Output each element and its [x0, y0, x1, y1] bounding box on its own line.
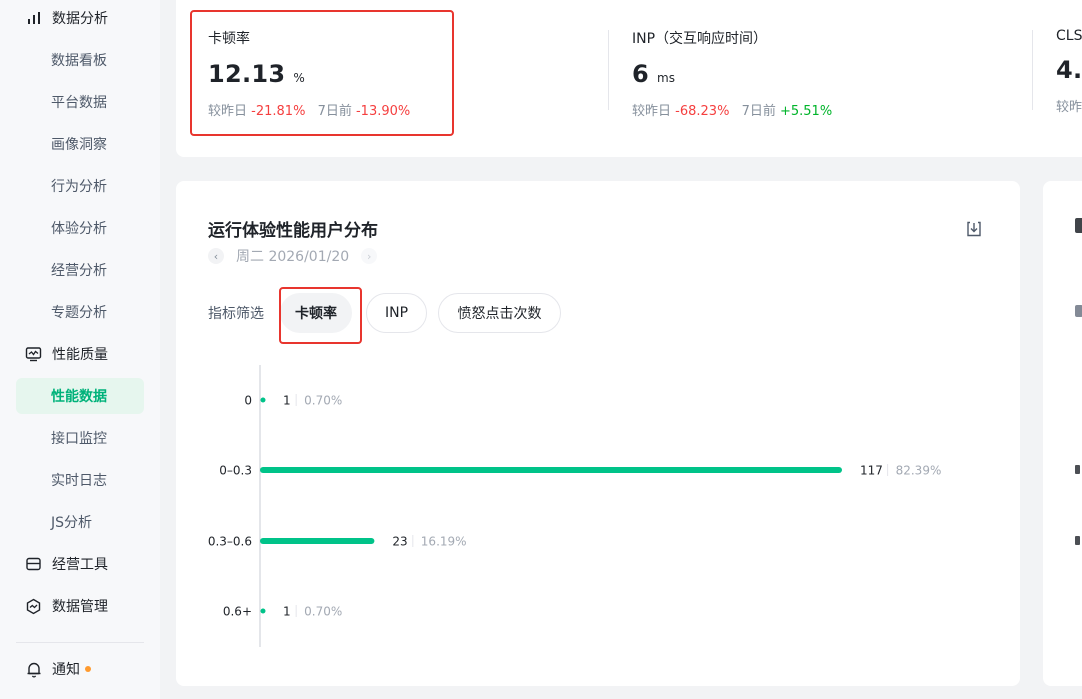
sidebar-item-label: 体验分析 — [51, 221, 107, 237]
metric-value-row: 6 ms — [632, 60, 832, 88]
metric-unit: ms — [657, 71, 675, 85]
sidebar: 数据分析 数据看板 平台数据 画像洞察 行为分析 体验分析 经营分析 专题分析 … — [0, 0, 160, 699]
metric-value: 6 — [632, 60, 649, 88]
sidebar-item-persona[interactable]: 画像洞察 — [16, 126, 144, 162]
sidebar-item-topic[interactable]: 专题分析 — [16, 294, 144, 330]
sidebar-item-experience[interactable]: 体验分析 — [16, 210, 144, 246]
sidebar-item-label: 行为分析 — [51, 179, 107, 195]
side-card-tick-fragment — [1075, 465, 1080, 474]
compare-day-label: 较昨 — [1056, 100, 1082, 115]
metric-value: 4.7 — [1056, 56, 1082, 84]
chart-category-label: 0 — [244, 394, 252, 408]
compare-week-label: 7日前 — [741, 104, 776, 119]
nav-group-label: 性能质量 — [52, 347, 108, 363]
side-card-partial — [1043, 181, 1082, 686]
chart-value-label: 23 — [392, 535, 407, 549]
sidebar-item-realtime-log[interactable]: 实时日志 — [16, 462, 144, 498]
distribution-chart: 0 1 0.70% 0–0.3 117 82.39% 0.3–0.6 23 16.19% 0.6+… — [208, 365, 942, 647]
chart-bar — [260, 538, 375, 544]
sidebar-item-performance-data[interactable]: 性能数据 — [16, 378, 144, 414]
chart-percent-label: 0.70% — [304, 605, 342, 619]
chart-value-label: 117 — [860, 464, 883, 478]
metrics-card: 卡顿率 12.13 % 较昨日 -21.81% 7日前 -13.90% INP（… — [176, 0, 1082, 157]
nav-group-label: 数据管理 — [52, 599, 108, 615]
chart-value-label: 1 — [283, 605, 291, 619]
sidebar-item-dashboard[interactable]: 数据看板 — [16, 42, 144, 78]
sidebar-item-label: 专题分析 — [51, 305, 107, 321]
chart-category-label: 0.3–0.6 — [208, 535, 252, 549]
metric-inp[interactable]: INP（交互响应时间） 6 ms 较昨日 -68.23% 7日前 +5.51% — [632, 28, 832, 119]
nav-group-label: 经营工具 — [52, 557, 108, 573]
chart-percent-label: 16.19% — [421, 535, 467, 549]
chart-category-label: 0.6+ — [223, 605, 252, 619]
bell-icon — [25, 661, 42, 678]
data-hexagon-icon — [25, 598, 42, 615]
bar-chart-icon — [25, 10, 42, 27]
metric-divider — [1032, 30, 1033, 110]
sidebar-item-label: JS分析 — [51, 515, 93, 531]
metric-divider — [608, 30, 609, 110]
nav-group-data-mgmt[interactable]: 数据管理 — [16, 588, 144, 624]
sidebar-item-label: 数据看板 — [51, 53, 107, 69]
side-card-fragments — [1075, 218, 1082, 545]
sidebar-item-label: 经营分析 — [51, 263, 107, 279]
metric-value-row: 4.7 — [1056, 56, 1082, 84]
nav-group-tools[interactable]: 经营工具 — [16, 546, 144, 582]
notify-label: 通知 — [52, 662, 80, 678]
distribution-card: 运行体验性能用户分布 ‹ 周二 2026/01/20 › 指标筛选 卡顿率 IN… — [176, 181, 1020, 686]
sidebar-item-api-monitor[interactable]: 接口监控 — [16, 420, 144, 456]
notify-badge-dot — [85, 666, 91, 672]
metric-compare: 较昨 — [1056, 96, 1082, 115]
sidebar-item-label: 画像洞察 — [51, 137, 107, 153]
metric-cls[interactable]: CLS 4.7 较昨 — [1056, 28, 1082, 115]
highlight-box-metric — [190, 10, 454, 136]
metric-title: INP（交互响应时间） — [632, 31, 768, 47]
sidebar-item-label: 实时日志 — [51, 473, 107, 489]
sidebar-item-js-analysis[interactable]: JS分析 — [16, 504, 144, 540]
nav-group-data-analysis[interactable]: 数据分析 — [16, 0, 144, 36]
metric-title: CLS — [1056, 28, 1082, 44]
sidebar-item-behavior[interactable]: 行为分析 — [16, 168, 144, 204]
monitor-icon — [25, 346, 42, 363]
side-card-title-fragment — [1075, 218, 1082, 233]
nav-notify[interactable]: 通知 — [16, 651, 144, 687]
sidebar-item-platform[interactable]: 平台数据 — [16, 84, 144, 120]
chart-percent-label: 0.70% — [304, 394, 342, 408]
chart-bar — [260, 397, 266, 403]
compare-day-value: -68.23% — [675, 104, 730, 119]
chart-value-label: 1 — [283, 394, 291, 408]
side-card-tick-fragment — [1075, 536, 1080, 545]
compare-week-value: +5.51% — [779, 104, 833, 119]
sidebar-divider — [16, 642, 144, 643]
sidebar-item-business[interactable]: 经营分析 — [16, 252, 144, 288]
sidebar-item-label: 接口监控 — [51, 431, 107, 447]
chart-percent-label: 82.39% — [896, 464, 942, 478]
compare-day-label: 较昨日 — [632, 104, 672, 119]
metric-compare: 较昨日 -68.23% 7日前 +5.51% — [632, 100, 832, 119]
chart-bar — [260, 467, 842, 473]
sidebar-item-label: 性能数据 — [51, 389, 107, 405]
chart-bar — [260, 608, 266, 614]
chart-category-label: 0–0.3 — [219, 464, 252, 478]
store-icon — [25, 556, 42, 573]
sidebar-item-label: 平台数据 — [51, 95, 107, 111]
side-card-label-fragment — [1075, 305, 1082, 317]
nav-group-performance[interactable]: 性能质量 — [16, 336, 144, 372]
nav-group-label: 数据分析 — [52, 11, 108, 27]
